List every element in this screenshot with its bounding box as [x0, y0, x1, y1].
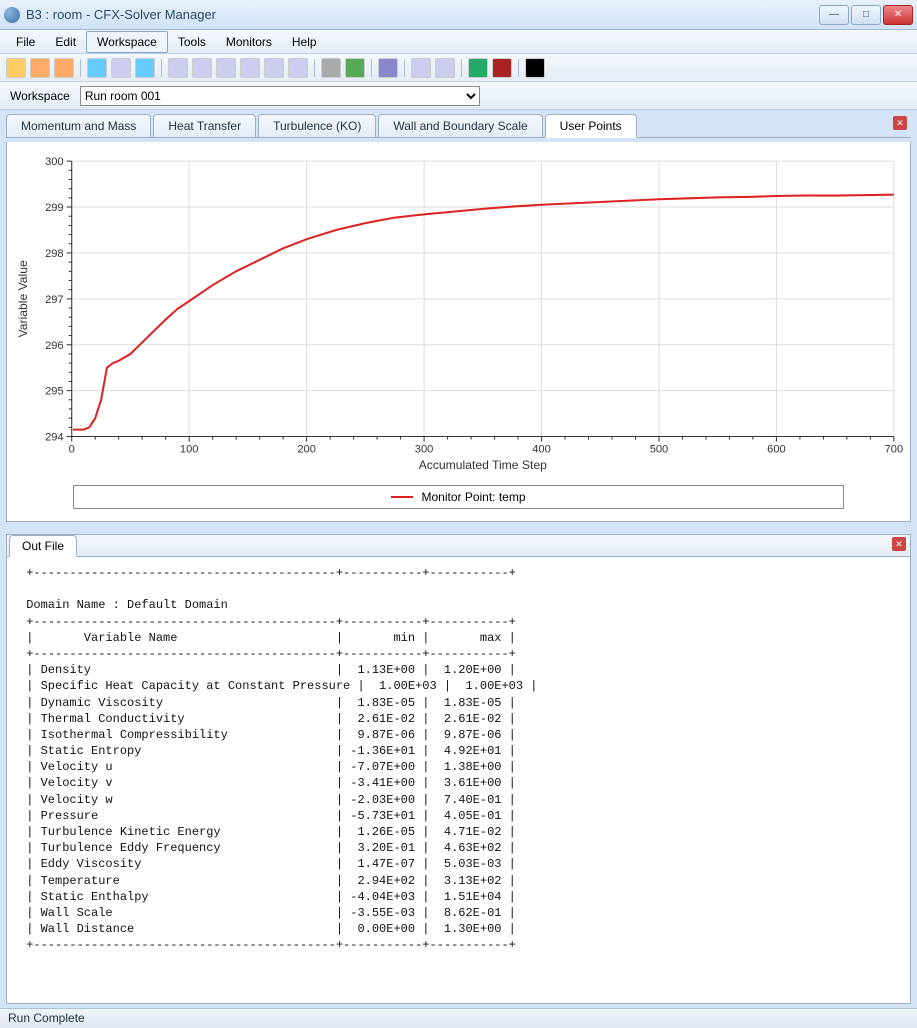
menu-file[interactable]: File — [6, 32, 45, 52]
tab-momentum-and-mass[interactable]: Momentum and Mass — [6, 114, 151, 137]
svg-text:700: 700 — [885, 444, 904, 456]
svg-text:0: 0 — [69, 444, 75, 456]
maximize-button[interactable]: □ — [851, 5, 881, 25]
window-buttons: — □ ✕ — [819, 5, 913, 25]
copy-icon[interactable] — [111, 58, 131, 78]
out-file-panel: Out File ✕ +----------------------------… — [6, 534, 911, 1004]
layout-icon[interactable] — [240, 58, 260, 78]
grid-icon[interactable] — [216, 58, 236, 78]
titlebar: B3 : room - CFX-Solver Manager — □ ✕ — [0, 0, 917, 30]
new-icon[interactable] — [6, 58, 26, 78]
play-icon[interactable] — [345, 58, 365, 78]
open-icon[interactable] — [30, 58, 50, 78]
workspace-dropdown[interactable]: Run room 001 — [80, 86, 480, 106]
svg-text:Variable Value: Variable Value — [16, 260, 30, 337]
chart-tabs: Momentum and MassHeat TransferTurbulence… — [6, 114, 911, 138]
svg-text:298: 298 — [45, 248, 64, 260]
menubar: FileEditWorkspaceToolsMonitorsHelp — [0, 30, 917, 54]
chart-plot: 0 100 200 300 400 500 600 700 294 295 296 297 298 299… — [13, 148, 904, 478]
menu-workspace[interactable]: Workspace — [86, 31, 168, 53]
define-icon[interactable] — [87, 58, 107, 78]
legend-label: Monitor Point: temp — [421, 490, 525, 504]
stacked-icon[interactable] — [288, 58, 308, 78]
tab-wall-and-boundary-scale[interactable]: Wall and Boundary Scale — [378, 114, 542, 137]
out-file-tab[interactable]: Out File — [9, 535, 77, 557]
workspace-row: Workspace Run room 001 — [0, 82, 917, 110]
close-tab-icon[interactable]: ✕ — [893, 116, 907, 130]
svg-text:300: 300 — [415, 444, 434, 456]
toolbar-separator — [461, 59, 462, 77]
toolbar-separator — [404, 59, 405, 77]
chart-legend: Monitor Point: temp — [73, 485, 844, 509]
text-icon[interactable] — [264, 58, 284, 78]
toolbar-separator — [371, 59, 372, 77]
close-outfile-icon[interactable]: ✕ — [892, 537, 906, 551]
menu-edit[interactable]: Edit — [45, 32, 86, 52]
svg-text:295: 295 — [45, 386, 64, 398]
edit-icon[interactable] — [135, 58, 155, 78]
toolbar-separator — [80, 59, 81, 77]
legend-swatch — [391, 496, 413, 498]
workspace-label: Workspace — [10, 89, 70, 103]
tab-user-points[interactable]: User Points — [545, 114, 637, 138]
toolbar — [0, 54, 917, 82]
chart-panel: 0 100 200 300 400 500 600 700 294 295 296 297 298 299… — [6, 142, 911, 522]
out-file-tabs: Out File ✕ — [7, 535, 910, 557]
window-title: B3 : room - CFX-Solver Manager — [26, 7, 819, 22]
close-black-icon[interactable] — [525, 58, 545, 78]
svg-text:400: 400 — [532, 444, 551, 456]
svg-text:294: 294 — [45, 432, 64, 444]
status-text: Run Complete — [8, 1011, 85, 1025]
svg-text:500: 500 — [650, 444, 669, 456]
tab-turbulence-ko-[interactable]: Turbulence (KO) — [258, 114, 376, 137]
out-file-body[interactable]: +---------------------------------------… — [7, 557, 910, 1003]
chart-icon[interactable] — [192, 58, 212, 78]
close-button[interactable]: ✕ — [883, 5, 913, 25]
svg-text:299: 299 — [45, 202, 64, 214]
status-bar: Run Complete — [0, 1008, 917, 1028]
stop-icon[interactable] — [321, 58, 341, 78]
svg-text:Accumulated Time Step: Accumulated Time Step — [419, 458, 547, 472]
pen-icon[interactable] — [435, 58, 455, 78]
max-icon[interactable] — [492, 58, 512, 78]
minimize-button[interactable]: — — [819, 5, 849, 25]
menu-tools[interactable]: Tools — [168, 32, 216, 52]
menu-help[interactable]: Help — [282, 32, 327, 52]
svg-text:100: 100 — [180, 444, 199, 456]
tab-heat-transfer[interactable]: Heat Transfer — [153, 114, 256, 137]
svg-text:600: 600 — [767, 444, 786, 456]
rms-icon[interactable] — [468, 58, 488, 78]
menu-monitors[interactable]: Monitors — [216, 32, 282, 52]
svg-text:200: 200 — [297, 444, 316, 456]
toolbar-separator — [314, 59, 315, 77]
pencil-icon[interactable] — [411, 58, 431, 78]
toolbar-separator — [518, 59, 519, 77]
open-run-icon[interactable] — [54, 58, 74, 78]
svg-text:300: 300 — [45, 156, 64, 168]
svg-text:296: 296 — [45, 340, 64, 352]
toolbar-separator — [161, 59, 162, 77]
main-area: Momentum and MassHeat TransferTurbulence… — [0, 110, 917, 1008]
svg-text:297: 297 — [45, 294, 64, 306]
table-icon[interactable] — [168, 58, 188, 78]
app-icon — [4, 7, 20, 23]
save-icon[interactable] — [378, 58, 398, 78]
